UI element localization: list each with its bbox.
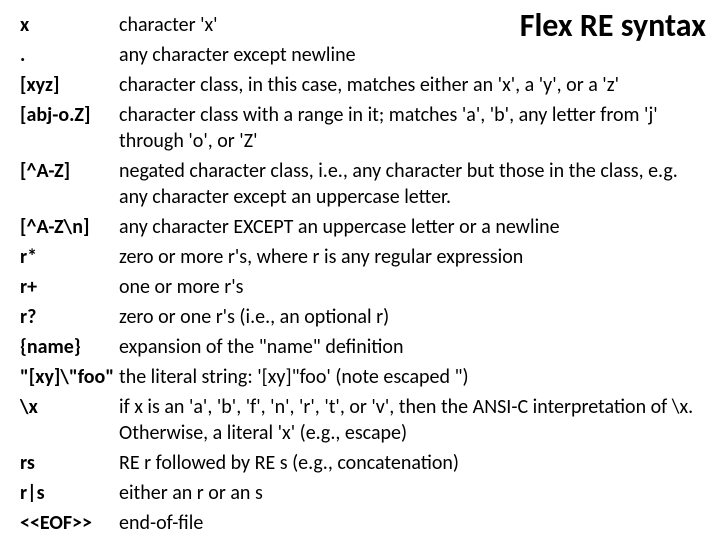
table-row: [^A-Z]negated character class, i.e., any…: [20, 156, 706, 212]
description-cell: either an r or an s: [119, 478, 706, 508]
pattern-cell: [^A-Z]: [20, 156, 119, 212]
description-cell: zero or more r's, where r is any regular…: [119, 242, 706, 272]
pattern-cell: r?: [20, 302, 119, 332]
description-cell: RE r followed by RE s (e.g., concatenati…: [119, 448, 706, 478]
pattern-cell: <<EOF>>: [20, 508, 119, 538]
table-row: rsRE r followed by RE s (e.g., concatena…: [20, 448, 706, 478]
pattern-cell: r*: [20, 242, 119, 272]
pattern-cell: r+: [20, 272, 119, 302]
pattern-cell: .: [20, 40, 119, 70]
description-cell: character class, in this case, matches e…: [119, 70, 706, 100]
description-cell: end-of-file: [119, 508, 706, 538]
description-cell: zero or one r's (i.e., an optional r): [119, 302, 706, 332]
table-row: "[xy]\"foo"the literal string: '[xy]"foo…: [20, 362, 706, 392]
syntax-table: xcharacter 'x'.any character except newl…: [20, 10, 706, 538]
table-row: \xif x is an 'a', 'b', 'f', 'n', 'r', 't…: [20, 392, 706, 448]
pattern-cell: "[xy]\"foo": [20, 362, 119, 392]
pattern-cell: r|s: [20, 478, 119, 508]
table-row: r+one or more r's: [20, 272, 706, 302]
table-row: [xyz]character class, in this case, matc…: [20, 70, 706, 100]
table-row: r*zero or more r's, where r is any regul…: [20, 242, 706, 272]
description-cell: expansion of the "name" definition: [119, 332, 706, 362]
table-row: r|seither an r or an s: [20, 478, 706, 508]
description-cell: the literal string: '[xy]"foo' (note esc…: [119, 362, 706, 392]
pattern-cell: [^A-Z\n]: [20, 212, 119, 242]
description-cell: any character EXCEPT an uppercase letter…: [119, 212, 706, 242]
pattern-cell: {name}: [20, 332, 119, 362]
table-row: [^A-Z\n]any character EXCEPT an uppercas…: [20, 212, 706, 242]
pattern-cell: [abj-o.Z]: [20, 100, 119, 156]
description-cell: character class with a range in it; matc…: [119, 100, 706, 156]
table-row: [abj-o.Z]character class with a range in…: [20, 100, 706, 156]
table-row: r?zero or one r's (i.e., an optional r): [20, 302, 706, 332]
pattern-cell: [xyz]: [20, 70, 119, 100]
table-row: <<EOF>>end-of-file: [20, 508, 706, 538]
table-row: {name}expansion of the "name" definition: [20, 332, 706, 362]
pattern-cell: rs: [20, 448, 119, 478]
pattern-cell: x: [20, 10, 119, 40]
pattern-cell: \x: [20, 392, 119, 448]
page-title: Flex RE syntax: [520, 6, 706, 45]
description-cell: one or more r's: [119, 272, 706, 302]
description-cell: negated character class, i.e., any chara…: [119, 156, 706, 212]
description-cell: if x is an 'a', 'b', 'f', 'n', 'r', 't',…: [119, 392, 706, 448]
